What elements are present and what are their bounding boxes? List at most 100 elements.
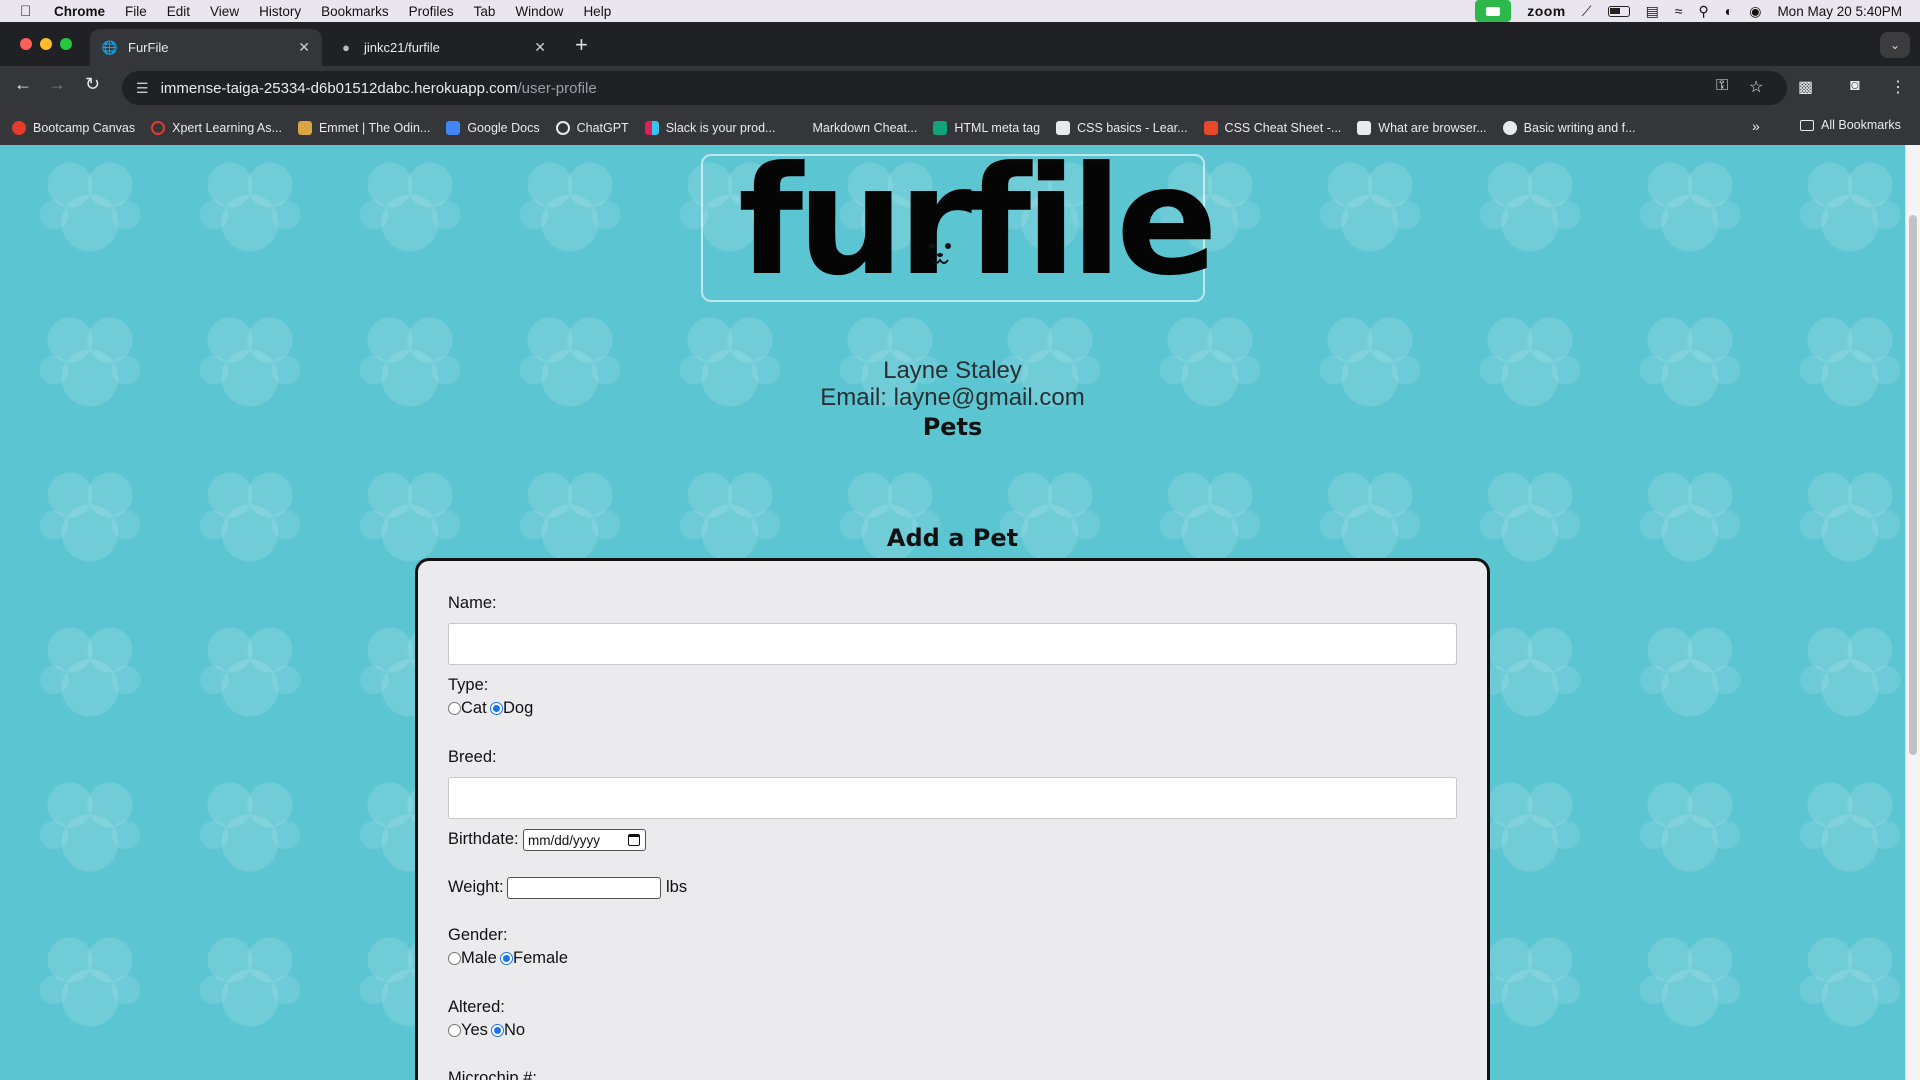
gender-female-radio[interactable] xyxy=(500,952,513,965)
altered-no-radio[interactable] xyxy=(491,1024,504,1037)
close-window-button[interactable] xyxy=(20,38,32,50)
new-tab-button[interactable]: + xyxy=(575,32,588,58)
minimize-window-button[interactable] xyxy=(40,38,52,50)
macos-menubar:  Chrome File Edit View History Bookmark… xyxy=(0,0,1920,22)
siri-icon[interactable]: ◉ xyxy=(1749,3,1761,20)
bookmark-item[interactable]: What are browser... xyxy=(1357,120,1487,135)
search-icon[interactable]: ⚲ xyxy=(1698,3,1708,20)
profile-avatar[interactable]: ◙ xyxy=(1850,77,1860,95)
wifi-icon[interactable]: ≈ xyxy=(1675,3,1683,19)
bookmark-item[interactable]: Markdown Cheat... xyxy=(791,120,918,135)
bookmark-label: What are browser... xyxy=(1378,120,1487,135)
weight-label: Weight: xyxy=(448,878,504,897)
menu-bookmarks[interactable]: Bookmarks xyxy=(321,4,389,19)
type-label: Type: xyxy=(448,676,489,694)
breed-input[interactable] xyxy=(448,777,1457,819)
bookmark-item[interactable]: HTML meta tag xyxy=(933,120,1041,135)
gender-male-radio[interactable] xyxy=(448,952,461,965)
menu-edit[interactable]: Edit xyxy=(167,4,190,19)
weight-input[interactable] xyxy=(507,877,661,899)
bookmark-label: HTML meta tag xyxy=(954,120,1041,135)
scrollbar-thumb[interactable] xyxy=(1909,215,1917,755)
bookmark-label: ChatGPT xyxy=(576,120,629,135)
close-tab-icon[interactable]: ✕ xyxy=(534,39,546,56)
bookmark-label: CSS Cheat Sheet -... xyxy=(1224,120,1342,135)
display-icon[interactable]: ▤ xyxy=(1646,3,1659,20)
forward-button[interactable]: → xyxy=(48,74,66,95)
menu-app-chrome[interactable]: Chrome xyxy=(54,4,105,19)
pet-name-input[interactable] xyxy=(448,623,1457,665)
menu-tab[interactable]: Tab xyxy=(474,4,496,19)
bookmark-favicon-icon xyxy=(791,120,806,135)
bookmark-favicon-icon xyxy=(1357,120,1372,135)
extensions-icon[interactable]: ▩ xyxy=(1798,77,1813,97)
bookmark-label: Markdown Cheat... xyxy=(812,120,918,135)
bookmark-item[interactable]: Emmet | The Odin... xyxy=(297,120,430,135)
bookmark-item[interactable]: Xpert Learning As... xyxy=(151,120,282,135)
bookmark-item[interactable]: Slack is your prod... xyxy=(644,120,775,135)
zoom-camera-icon[interactable] xyxy=(1475,0,1512,22)
zoom-status-label[interactable]: zoom xyxy=(1527,3,1566,19)
tab-furfile[interactable]: 🌐 FurFile ✕ xyxy=(90,29,322,66)
menu-profiles[interactable]: Profiles xyxy=(409,4,454,19)
tab-github[interactable]: ● jinkc21/furfile ✕ xyxy=(326,29,558,66)
control-center-icon[interactable]: ◐ xyxy=(1725,3,1733,19)
close-tab-icon[interactable]: ✕ xyxy=(298,39,310,56)
type-dog-radio[interactable] xyxy=(490,702,503,715)
bookmark-item[interactable]: Google Docs xyxy=(446,120,540,135)
altered-no-label: No xyxy=(504,1021,526,1039)
birthdate-input[interactable]: mm/dd/yyyy xyxy=(523,829,646,851)
pets-heading: Pets xyxy=(922,413,983,441)
bookmark-label: CSS basics - Lear... xyxy=(1077,120,1188,135)
maximize-window-button[interactable] xyxy=(60,38,72,50)
user-name: Layne Staley xyxy=(883,357,1022,384)
bookmark-item[interactable]: Bootcamp Canvas xyxy=(12,120,136,135)
battery-icon[interactable] xyxy=(1607,5,1630,17)
mute-icon[interactable]: ⟋ xyxy=(1582,3,1592,20)
chrome-menu-icon[interactable]: ⋮ xyxy=(1890,77,1906,97)
bookmark-favicon-icon xyxy=(555,120,570,135)
menu-window[interactable]: Window xyxy=(515,4,563,19)
bookmark-star-icon[interactable]: ☆ xyxy=(1749,77,1763,97)
bookmark-favicon-icon xyxy=(12,120,26,135)
bookmark-favicon-icon xyxy=(644,120,659,135)
birthdate-label: Birthdate: xyxy=(448,830,519,848)
all-bookmarks-label: All Bookmarks xyxy=(1821,118,1901,132)
bookmark-item[interactable]: ChatGPT xyxy=(555,120,629,135)
type-cat-radio[interactable] xyxy=(448,702,461,715)
bookmark-label: Xpert Learning As... xyxy=(172,120,282,135)
menu-history[interactable]: History xyxy=(259,4,301,19)
bookmark-label: Bootcamp Canvas xyxy=(33,120,136,135)
menu-file[interactable]: File xyxy=(125,4,147,19)
bookmark-label: Basic writing and f... xyxy=(1523,120,1636,135)
menu-help[interactable]: Help xyxy=(583,4,611,19)
gender-male-label: Male xyxy=(461,949,497,967)
url-path: /user-profile xyxy=(517,79,597,97)
bookmark-item[interactable]: CSS Cheat Sheet -... xyxy=(1203,120,1342,135)
site-info-icon[interactable]: ☰ xyxy=(136,80,149,97)
reload-button[interactable]: ↻ xyxy=(85,74,100,95)
password-key-icon[interactable]: ⚿ xyxy=(1716,77,1728,95)
bookmark-item[interactable]: CSS basics - Lear... xyxy=(1056,120,1188,135)
apple-icon[interactable]:  xyxy=(20,3,38,20)
bookmark-item[interactable]: Basic writing and f... xyxy=(1502,120,1636,135)
type-cat-label: Cat xyxy=(461,699,487,717)
birthdate-placeholder: mm/dd/yyyy xyxy=(528,832,601,848)
all-bookmarks-button[interactable]: All Bookmarks xyxy=(1800,118,1901,132)
menubar-clock[interactable]: Mon May 20 5:40PM xyxy=(1777,4,1902,19)
microchip-label: Microchip #: xyxy=(448,1069,537,1080)
more-bookmarks-chevron-icon[interactable]: » xyxy=(1752,118,1760,134)
tab-title: FurFile xyxy=(128,40,169,55)
bookmark-favicon-icon xyxy=(297,120,312,135)
weight-unit: lbs xyxy=(666,878,688,896)
address-bar[interactable]: ☰ immense-taiga-25334-d6b01512dabc.herok… xyxy=(122,71,1787,105)
bookmark-favicon-icon xyxy=(1203,120,1218,135)
tab-search-button[interactable]: ⌄ xyxy=(1880,32,1910,58)
altered-yes-radio[interactable] xyxy=(448,1024,461,1037)
back-button[interactable]: ← xyxy=(14,74,32,95)
bookmark-favicon-icon xyxy=(1056,120,1071,135)
calendar-icon[interactable] xyxy=(628,834,640,846)
weight-label-text: Weight: xyxy=(448,878,504,896)
tab-title: jinkc21/furfile xyxy=(364,40,440,55)
menu-view[interactable]: View xyxy=(210,4,239,19)
